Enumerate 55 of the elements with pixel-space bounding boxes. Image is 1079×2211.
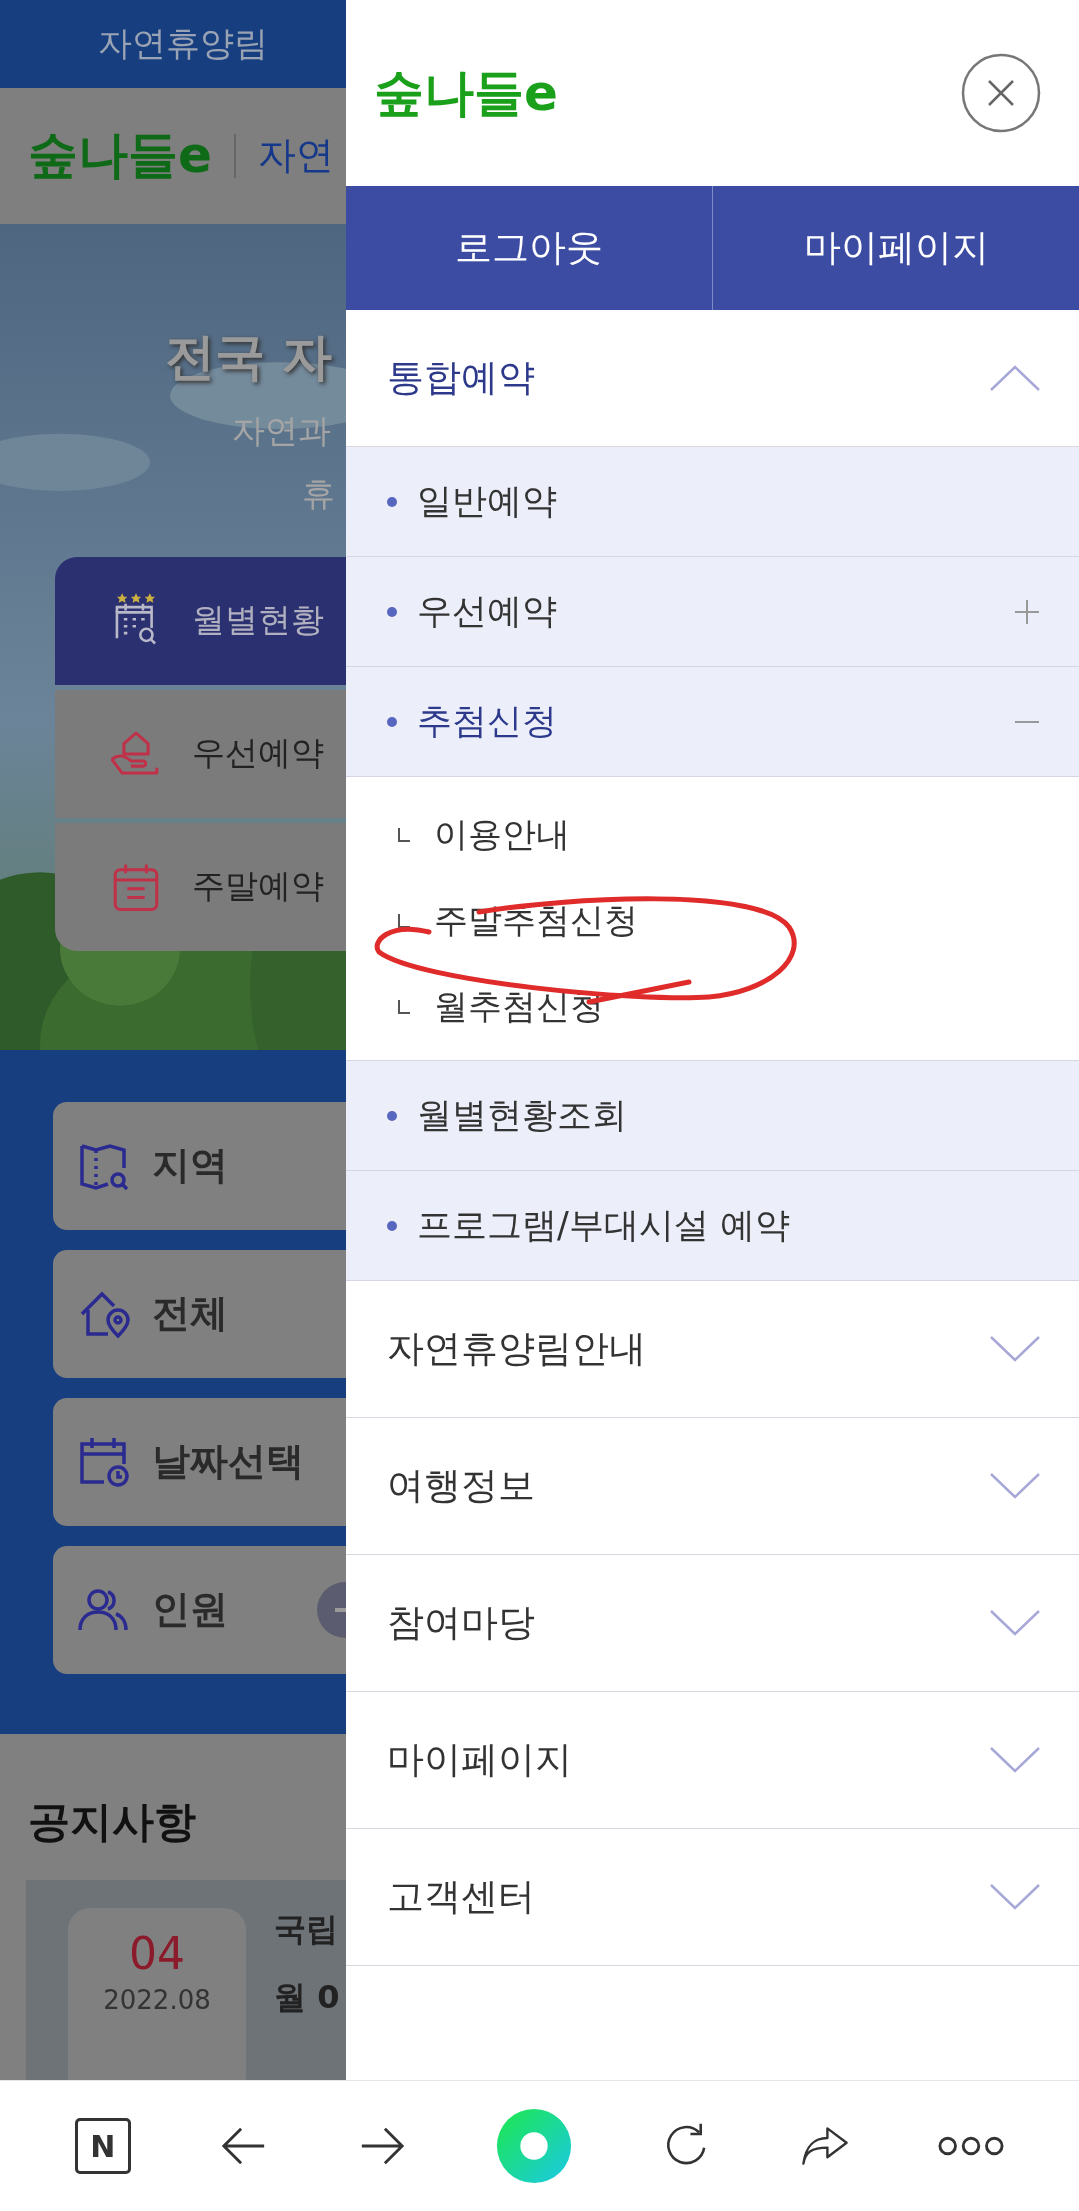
chevron-down-icon: [989, 1472, 1041, 1500]
calendar-clock-icon: [78, 1436, 130, 1488]
quick-menu-item[interactable]: 우선예약: [55, 689, 346, 818]
bullet-icon: [387, 1220, 397, 1231]
minus-icon: [1013, 720, 1041, 723]
quick-menu-item[interactable]: 주말예약: [55, 822, 346, 951]
notice-title: 국립: [274, 1909, 339, 1950]
quick-menu-label: 주말예약: [192, 865, 324, 907]
home-button[interactable]: N: [74, 2118, 131, 2174]
close-icon[interactable]: [961, 53, 1041, 133]
bullet-icon: [387, 1110, 397, 1121]
branch-icon: [398, 828, 410, 842]
quick-menu-label: 월별현황: [192, 599, 324, 641]
branch-icon: [398, 1000, 410, 1014]
submenu-link[interactable]: 월추첨신청: [398, 979, 604, 1035]
submenu-item[interactable]: 일반예약: [346, 447, 1079, 557]
search-field[interactable]: 지역: [53, 1102, 346, 1230]
submenu-item[interactable]: 프로그램/부대시설 예약: [346, 1171, 1079, 1281]
chevron-up-icon: [989, 364, 1041, 392]
hero-headline: 전국 자: [164, 326, 334, 388]
plus-icon: [1013, 597, 1041, 626]
notice-month: 2022.08: [103, 1985, 211, 2015]
section-title: 공지사항: [27, 1796, 197, 1848]
hero-subtitle: 휴: [302, 473, 335, 513]
more-icon[interactable]: [938, 2134, 1005, 2158]
account-button[interactable]: 로그아웃: [346, 186, 712, 310]
branch-icon: [398, 914, 410, 928]
notice-day: 04: [129, 1928, 185, 1979]
account-button[interactable]: 마이페이지: [712, 186, 1079, 310]
menu-item[interactable]: 자연휴양림안내: [346, 1281, 1079, 1418]
chevron-down-icon: [989, 1335, 1041, 1363]
search-field[interactable]: 날짜선택: [53, 1398, 346, 1526]
header-title: 자연: [257, 132, 334, 180]
submenu-item[interactable]: 월별현황조회: [346, 1061, 1079, 1171]
menu-item[interactable]: 마이페이지: [346, 1692, 1079, 1829]
menu-item[interactable]: 여행정보: [346, 1418, 1079, 1555]
bullet-icon: [387, 606, 397, 617]
submenu-link[interactable]: 주말추첨신청: [398, 893, 638, 949]
notice-subtitle: 월 0: [274, 1977, 340, 2018]
submenu-item[interactable]: 추첨신청: [346, 667, 1079, 777]
quick-menu-item[interactable]: 월별현황: [55, 556, 346, 685]
submenu-link[interactable]: 이용안내: [398, 807, 570, 863]
bullet-icon: [387, 716, 397, 727]
hero-subtitle: 자연과: [232, 410, 331, 450]
bullet-icon: [387, 496, 397, 507]
search-field[interactable]: 인원: [53, 1546, 346, 1674]
chevron-down-icon: [989, 1609, 1041, 1637]
search-field[interactable]: 전체: [53, 1250, 346, 1378]
quick-menu-label: 우선예약: [192, 732, 324, 774]
site-title: 자연휴양림: [98, 22, 268, 66]
submenu-item[interactable]: 우선예약: [346, 557, 1079, 667]
chevron-down-icon: [989, 1746, 1041, 1774]
menu-item[interactable]: 참여마당: [346, 1555, 1079, 1692]
chevron-down-icon: [989, 1883, 1041, 1911]
menu-item[interactable]: 고객센터: [346, 1829, 1079, 1966]
